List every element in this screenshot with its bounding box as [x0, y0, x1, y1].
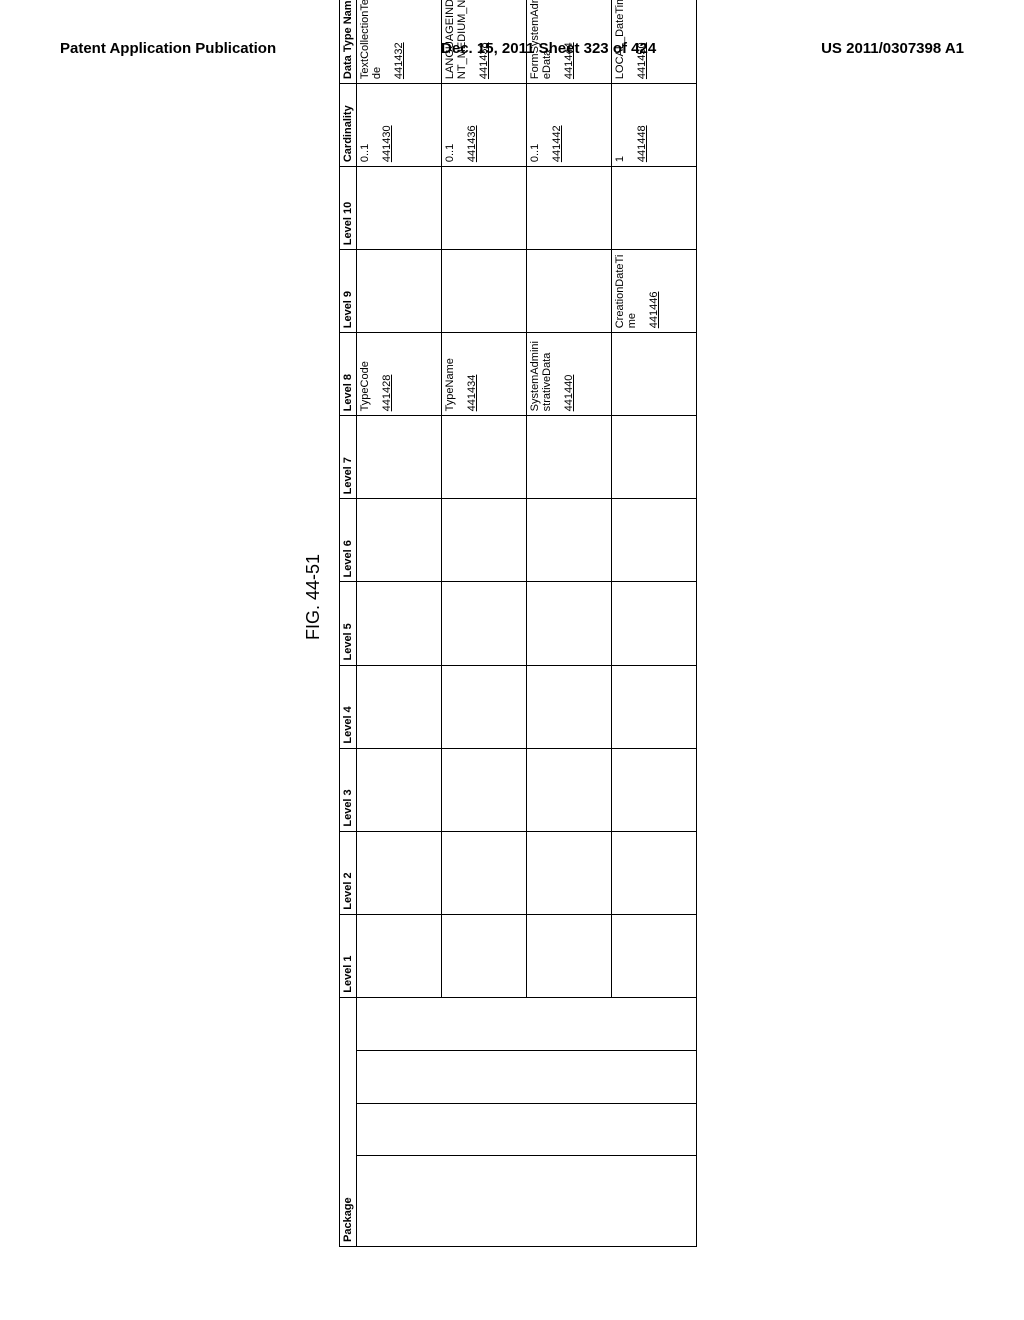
- col-cardinality: Cardinality: [340, 84, 357, 167]
- cell-datatype: LOCAL_DateTime441450: [612, 0, 697, 84]
- col-level10: Level 10: [340, 167, 357, 250]
- cell-datatype: TextCollectionTextTypeCode441432: [357, 0, 442, 84]
- col-level4: Level 4: [340, 665, 357, 748]
- table-row: TypeCode441428 0..1441430 TextCollection…: [357, 0, 442, 1247]
- cell-level8: TypeCode441428: [357, 333, 442, 416]
- col-level6: Level 6: [340, 499, 357, 582]
- header-left: Patent Application Publication: [60, 40, 276, 57]
- header-right: US 2011/0307398 A1: [821, 40, 964, 57]
- figure-container: FIG. 44-51 Package Level 1 Level 2 Level…: [303, 0, 697, 1247]
- cell-level9: CreationDateTime441446: [612, 250, 697, 333]
- col-level3: Level 3: [340, 748, 357, 831]
- cell-datatype: LANGUAGEINDEPENDENT_MEDIUM_Name441438: [442, 0, 527, 84]
- cell-cardinality: 0..1441442: [527, 84, 612, 167]
- cell-level8: TypeName441434: [442, 333, 527, 416]
- cell-cardinality: 0..1441436: [442, 84, 527, 167]
- table-header-row: Package Level 1 Level 2 Level 3 Level 4 …: [340, 0, 357, 1247]
- col-datatype: Data Type Name: [340, 0, 357, 84]
- cell-cardinality: 1441448: [612, 84, 697, 167]
- col-package: Package: [340, 997, 357, 1246]
- col-level1: Level 1: [340, 914, 357, 997]
- col-level5: Level 5: [340, 582, 357, 665]
- figure-label: FIG. 44-51: [303, 0, 324, 1247]
- data-table: Package Level 1 Level 2 Level 3 Level 4 …: [339, 0, 697, 1247]
- col-level8: Level 8: [340, 333, 357, 416]
- cell-cardinality: 0..1441430: [357, 84, 442, 167]
- col-level2: Level 2: [340, 831, 357, 914]
- cell-datatype: FormSystemAdministrativeData441444: [527, 0, 612, 84]
- col-level9: Level 9: [340, 250, 357, 333]
- cell-level8: SystemAdministrativeData441440: [527, 333, 612, 416]
- col-level7: Level 7: [340, 416, 357, 499]
